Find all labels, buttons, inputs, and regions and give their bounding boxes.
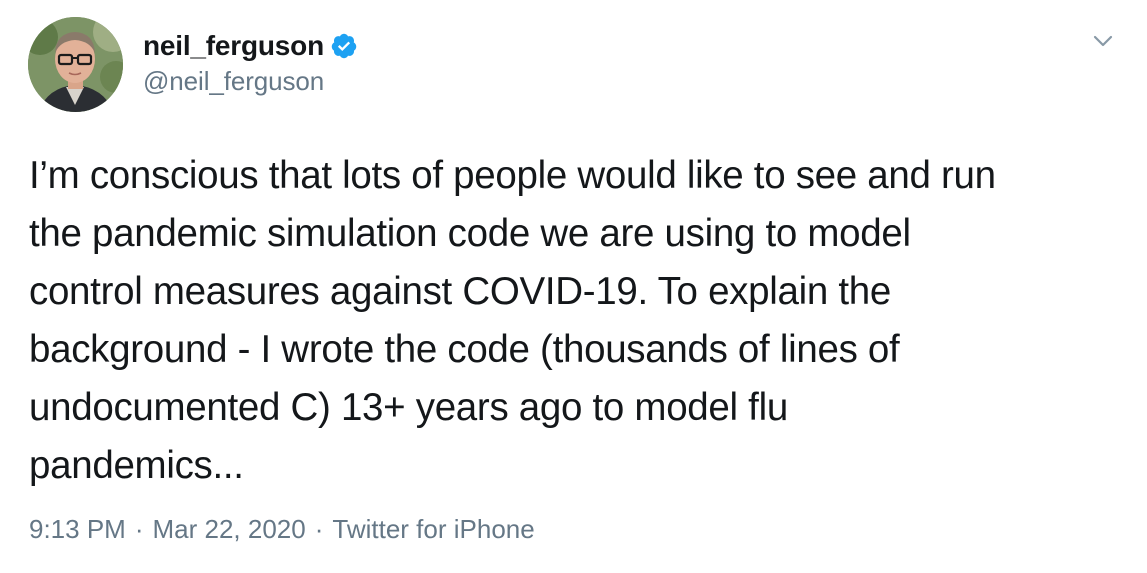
tweet-text: I’m conscious that lots of people would … bbox=[29, 154, 996, 487]
author-handle[interactable]: @neil_ferguson bbox=[143, 66, 324, 97]
profile-photo-icon bbox=[28, 17, 123, 112]
verified-badge-icon bbox=[330, 32, 358, 60]
meta-separator: · bbox=[134, 514, 144, 544]
author-display-name[interactable]: neil_ferguson bbox=[143, 30, 324, 62]
author-name-row: neil_ferguson bbox=[143, 26, 358, 66]
chevron-down-icon[interactable] bbox=[1090, 28, 1116, 54]
author-avatar[interactable] bbox=[28, 17, 123, 112]
tweet-metadata: 9:13 PM · Mar 22, 2020 · Twitter for iPh… bbox=[29, 514, 535, 545]
tweet-card: neil_ferguson @neil_ferguson I’m conscio… bbox=[0, 0, 1147, 573]
meta-separator: · bbox=[314, 514, 324, 544]
tweet-time[interactable]: 9:13 PM bbox=[29, 514, 126, 545]
tweet-source-link[interactable]: Twitter for iPhone bbox=[332, 514, 534, 545]
tweet-date[interactable]: Mar 22, 2020 bbox=[153, 514, 306, 545]
